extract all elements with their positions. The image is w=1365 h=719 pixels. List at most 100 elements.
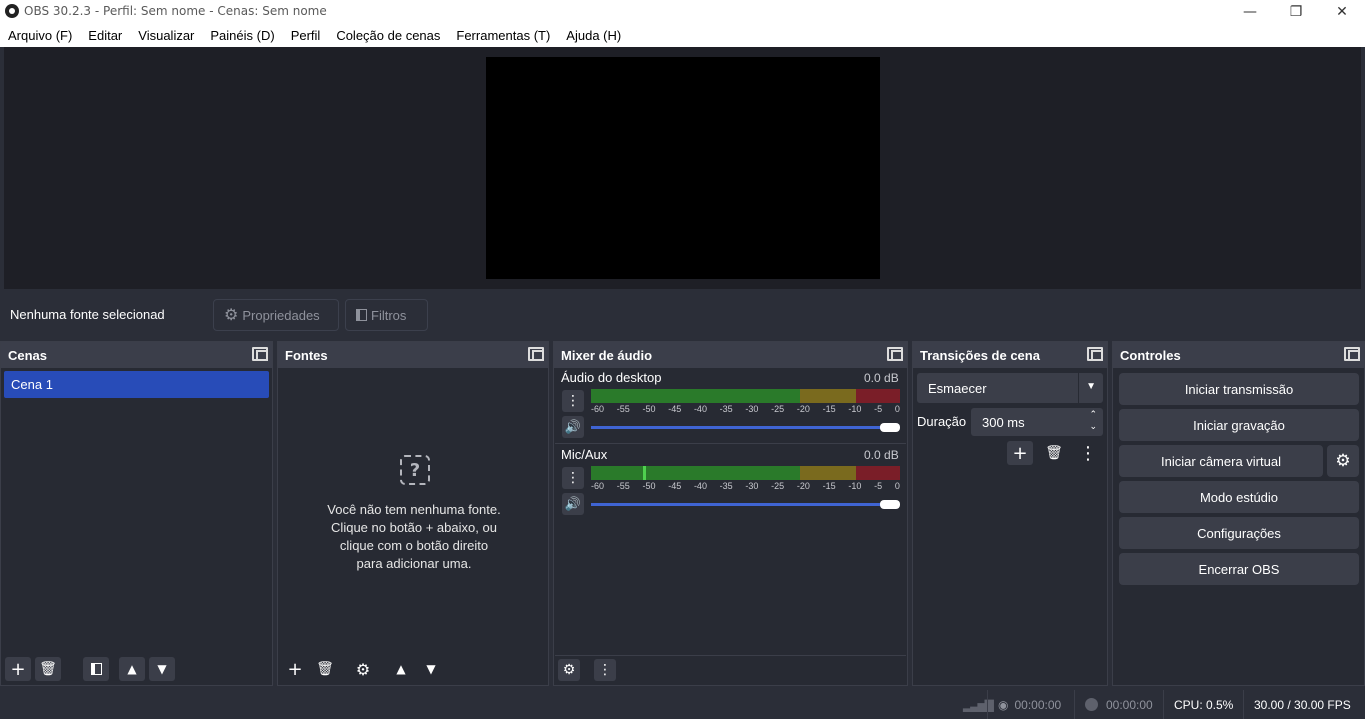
spin-down-icon[interactable]: ⌄ bbox=[1089, 421, 1097, 432]
duration-spinbox[interactable]: 300 ms ⌃ ⌄ bbox=[971, 408, 1103, 436]
start-virtual-camera-button[interactable]: Iniciar câmera virtual bbox=[1119, 445, 1323, 477]
fps-readout: 30.00 / 30.00 FPS bbox=[1243, 690, 1361, 719]
minimize-button[interactable]: — bbox=[1227, 0, 1273, 23]
volume-slider-handle[interactable] bbox=[880, 423, 900, 432]
remove-scene-button[interactable]: 🗑 bbox=[35, 657, 61, 681]
kebab-icon: ⋮ bbox=[566, 470, 580, 486]
volume-slider-handle[interactable] bbox=[880, 500, 900, 509]
volume-slider[interactable] bbox=[591, 426, 891, 429]
add-scene-button[interactable]: + bbox=[5, 657, 31, 681]
obs-logo-icon bbox=[5, 4, 19, 18]
empty-line: Clique no botão + abaixo, ou bbox=[331, 520, 497, 535]
controls-title: Controles bbox=[1120, 347, 1181, 363]
speaker-icon: 🔊 bbox=[564, 496, 582, 512]
remove-source-button[interactable]: 🗑 bbox=[312, 657, 338, 681]
undock-icon[interactable] bbox=[887, 347, 903, 361]
channel-db: 0.0 dB bbox=[864, 448, 899, 462]
properties-button[interactable]: ⚙ Propriedades bbox=[213, 299, 339, 331]
maximize-button[interactable]: ❐ bbox=[1273, 0, 1319, 23]
tick-label: -5 bbox=[874, 481, 883, 491]
transition-select[interactable]: Esmaecer ▼ bbox=[917, 373, 1103, 403]
virtual-camera-settings-button[interactable]: ⚙ bbox=[1327, 445, 1359, 477]
scenes-header: Cenas bbox=[1, 342, 272, 368]
menu-paineis[interactable]: Painéis (D) bbox=[202, 28, 282, 43]
menu-ajuda[interactable]: Ajuda (H) bbox=[558, 28, 629, 43]
exit-button[interactable]: Encerrar OBS bbox=[1119, 553, 1359, 585]
scenes-toolbar: + 🗑 ▲ ▼ bbox=[5, 657, 175, 681]
mute-button[interactable]: 🔊 bbox=[562, 416, 584, 438]
tick-label: -35 bbox=[719, 481, 733, 491]
menu-editar[interactable]: Editar bbox=[80, 28, 130, 43]
scene-item[interactable]: Cena 1 bbox=[4, 371, 269, 398]
gears-icon: ⚙ bbox=[562, 662, 576, 678]
studio-mode-button[interactable]: Modo estúdio bbox=[1119, 481, 1359, 513]
undock-icon[interactable] bbox=[1344, 347, 1360, 361]
meter-ticks: -60 -55 -50 -45 -40 -35 -30 -25 -20 -15 -10 -5 0 bbox=[591, 404, 900, 414]
source-properties-button[interactable]: ⚙ bbox=[350, 657, 376, 681]
channel-db: 0.0 dB bbox=[864, 371, 899, 385]
channel-divider bbox=[555, 443, 906, 444]
empty-line: clique com o botão direito bbox=[339, 538, 489, 553]
add-source-button[interactable]: + bbox=[282, 657, 308, 681]
volume-slider[interactable] bbox=[591, 503, 891, 506]
move-scene-down-button[interactable]: ▼ bbox=[149, 657, 175, 681]
gear-icon: ⚙ bbox=[1335, 451, 1351, 470]
empty-line: para adicionar uma. bbox=[356, 556, 472, 571]
sources-empty-message: Você não tem nenhuma fonte. Clique no bo… bbox=[278, 501, 550, 573]
start-streaming-button[interactable]: Iniciar transmissão bbox=[1119, 373, 1359, 405]
spin-up-icon[interactable]: ⌃ bbox=[1089, 409, 1097, 420]
filters-button[interactable]: Filtros bbox=[345, 299, 428, 331]
record-icon bbox=[1085, 698, 1098, 711]
menu-arquivo[interactable]: Arquivo (F) bbox=[0, 28, 80, 43]
start-recording-button[interactable]: Iniciar gravação bbox=[1119, 409, 1359, 441]
scene-filters-button[interactable] bbox=[83, 657, 109, 681]
channel-menu-button[interactable]: ⋮ bbox=[562, 467, 584, 489]
mixer-toolbar-divider bbox=[555, 655, 906, 656]
chevron-down-icon: ▼ bbox=[157, 662, 167, 676]
mixer-menu-button[interactable]: ⋮ bbox=[594, 659, 616, 681]
menu-perfil[interactable]: Perfil bbox=[283, 28, 329, 43]
channel-menu-button[interactable]: ⋮ bbox=[562, 390, 584, 412]
undock-icon[interactable] bbox=[252, 347, 268, 361]
undock-icon[interactable] bbox=[528, 347, 544, 361]
volume-meter bbox=[591, 389, 900, 403]
menu-visualizar[interactable]: Visualizar bbox=[130, 28, 202, 43]
sources-header: Fontes bbox=[278, 342, 548, 368]
mute-button[interactable]: 🔊 bbox=[562, 493, 584, 515]
close-button[interactable]: ✕ bbox=[1319, 0, 1365, 23]
move-source-up-button[interactable]: ▲ bbox=[388, 657, 414, 681]
stream-time: 00:00:00 bbox=[1014, 697, 1062, 712]
stream-icon: ◉ bbox=[998, 697, 1009, 712]
channel-name: Áudio do desktop bbox=[561, 370, 662, 385]
transition-menu-button[interactable]: ⋮ bbox=[1075, 441, 1101, 465]
empty-line: Você não tem nenhuma fonte. bbox=[327, 502, 501, 517]
status-bar: ▂▃▅▇ ◉ 00:00:00 00:00:00 CPU: 0.5% 30.00… bbox=[0, 690, 1365, 719]
settings-button[interactable]: Configurações bbox=[1119, 517, 1359, 549]
transitions-header: Transições de cena bbox=[913, 342, 1107, 368]
undock-icon[interactable] bbox=[1087, 347, 1103, 361]
remove-transition-button[interactable]: 🗑 bbox=[1041, 441, 1067, 465]
menu-colecao-cenas[interactable]: Coleção de cenas bbox=[328, 28, 448, 43]
stream-status: ◉ 00:00:00 bbox=[987, 690, 1071, 719]
tick-label: -55 bbox=[616, 481, 630, 491]
filters-label: Filtros bbox=[371, 307, 407, 323]
kebab-icon: ⋮ bbox=[1079, 442, 1097, 464]
move-source-down-button[interactable]: ▼ bbox=[418, 657, 444, 681]
scenes-title: Cenas bbox=[8, 347, 48, 363]
move-scene-up-button[interactable]: ▲ bbox=[119, 657, 145, 681]
tick-label: -40 bbox=[693, 481, 707, 491]
add-transition-button[interactable]: + bbox=[1007, 441, 1033, 465]
title-bar: OBS 30.2.3 - Perfil: Sem nome - Cenas: S… bbox=[0, 0, 1365, 23]
mixer-header: Mixer de áudio bbox=[554, 342, 907, 368]
advanced-audio-button[interactable]: ⚙ bbox=[558, 659, 580, 681]
sources-toolbar: + 🗑 ⚙ ▲ ▼ bbox=[282, 657, 444, 681]
filter-icon bbox=[90, 663, 102, 675]
kebab-icon: ⋮ bbox=[598, 662, 612, 678]
menu-ferramentas[interactable]: Ferramentas (T) bbox=[448, 28, 558, 43]
mixer-title: Mixer de áudio bbox=[561, 347, 653, 363]
tick-label: 0 bbox=[894, 404, 900, 414]
preview-canvas[interactable] bbox=[486, 57, 880, 279]
